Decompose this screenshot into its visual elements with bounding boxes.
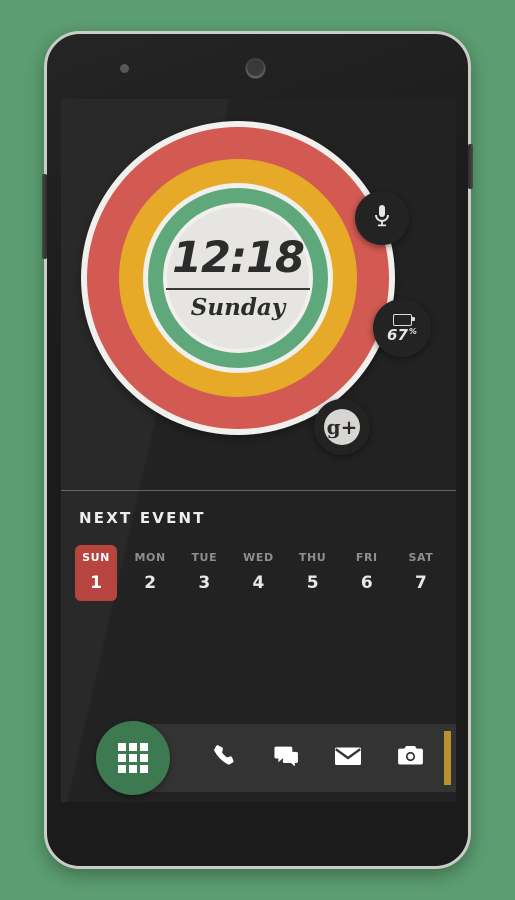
dock-bar: [96, 721, 456, 795]
calendar-day-fri[interactable]: FRI 6: [346, 545, 388, 601]
next-event-title: NEXT EVENT: [79, 509, 206, 527]
dock-accent-bar: [444, 731, 451, 785]
envelope-icon: [334, 744, 362, 773]
next-event-section: NEXT EVENT SUN 1 MON 2 TUE 3 WED 4 THU 5…: [61, 509, 456, 601]
calendar-date: 1: [90, 573, 102, 593]
power-button[interactable]: [468, 144, 473, 189]
calendar-day-thu[interactable]: THU 5: [292, 545, 334, 601]
wallpaper-stage: 12:18 Sunday 67 % g+ NEXT EVENT SUN 1 MO…: [0, 0, 515, 900]
voice-search-button[interactable]: [355, 191, 409, 245]
calendar-dow: TUE: [191, 551, 218, 564]
app-drawer-button[interactable]: [96, 721, 170, 795]
dock-item-phone[interactable]: [193, 743, 255, 774]
google-plus-button[interactable]: g+: [314, 399, 370, 455]
calendar-dow: SAT: [408, 551, 434, 564]
calendar-date: 5: [306, 573, 319, 593]
phone-icon: [211, 743, 237, 774]
calendar-date: 2: [144, 573, 157, 593]
battery-status-button[interactable]: 67%: [373, 299, 431, 357]
dock-item-messages[interactable]: [255, 743, 317, 774]
dock-icons: [193, 743, 441, 774]
battery-readout: 67%: [387, 325, 417, 344]
calendar-day-tue[interactable]: TUE 3: [183, 545, 225, 601]
battery-percent-value: 67: [387, 325, 408, 344]
clock-time: 12:18: [172, 233, 305, 283]
calendar-dow: SUN: [82, 551, 110, 564]
dock-item-camera[interactable]: [379, 744, 441, 773]
clock-divider: [166, 288, 310, 290]
calendar-date: 3: [198, 573, 211, 593]
battery-percent-unit: %: [408, 326, 417, 336]
front-camera-icon: [246, 59, 265, 78]
calendar-dow: THU: [298, 551, 327, 564]
calendar-day-sat[interactable]: SAT 7: [400, 545, 442, 601]
section-divider: [61, 490, 456, 491]
volume-rocker-button[interactable]: [42, 174, 47, 259]
camera-icon: [397, 744, 424, 773]
phone-device: 12:18 Sunday 67 % g+ NEXT EVENT SUN 1 MO…: [42, 31, 473, 869]
dock-item-email[interactable]: [317, 744, 379, 773]
calendar-dow: MON: [134, 551, 166, 564]
grid-icon: [118, 743, 148, 773]
chat-bubble-icon: [273, 743, 300, 774]
phone-screen: 12:18 Sunday 67 % g+ NEXT EVENT SUN 1 MO…: [61, 99, 456, 802]
calendar-strip[interactable]: SUN 1 MON 2 TUE 3 WED 4 THU 5 FRI 6 SAT …: [61, 545, 456, 601]
proximity-sensor-icon: [120, 64, 129, 73]
calendar-date: 4: [252, 573, 265, 593]
google-plus-icon: g+: [324, 409, 360, 445]
calendar-dow: FRI: [355, 551, 378, 564]
microphone-icon: [372, 203, 392, 234]
calendar-day-mon[interactable]: MON 2: [129, 545, 171, 601]
calendar-date: 7: [415, 573, 427, 593]
calendar-date: 6: [360, 573, 373, 593]
clock-day: Sunday: [190, 294, 286, 321]
calendar-day-sun[interactable]: SUN 1: [75, 545, 117, 601]
battery-icon: [392, 313, 415, 326]
clock-face: 12:18 Sunday: [166, 207, 310, 349]
calendar-dow: WED: [243, 551, 274, 564]
clock-widget[interactable]: 12:18 Sunday: [81, 121, 395, 435]
calendar-day-wed[interactable]: WED 4: [237, 545, 279, 601]
